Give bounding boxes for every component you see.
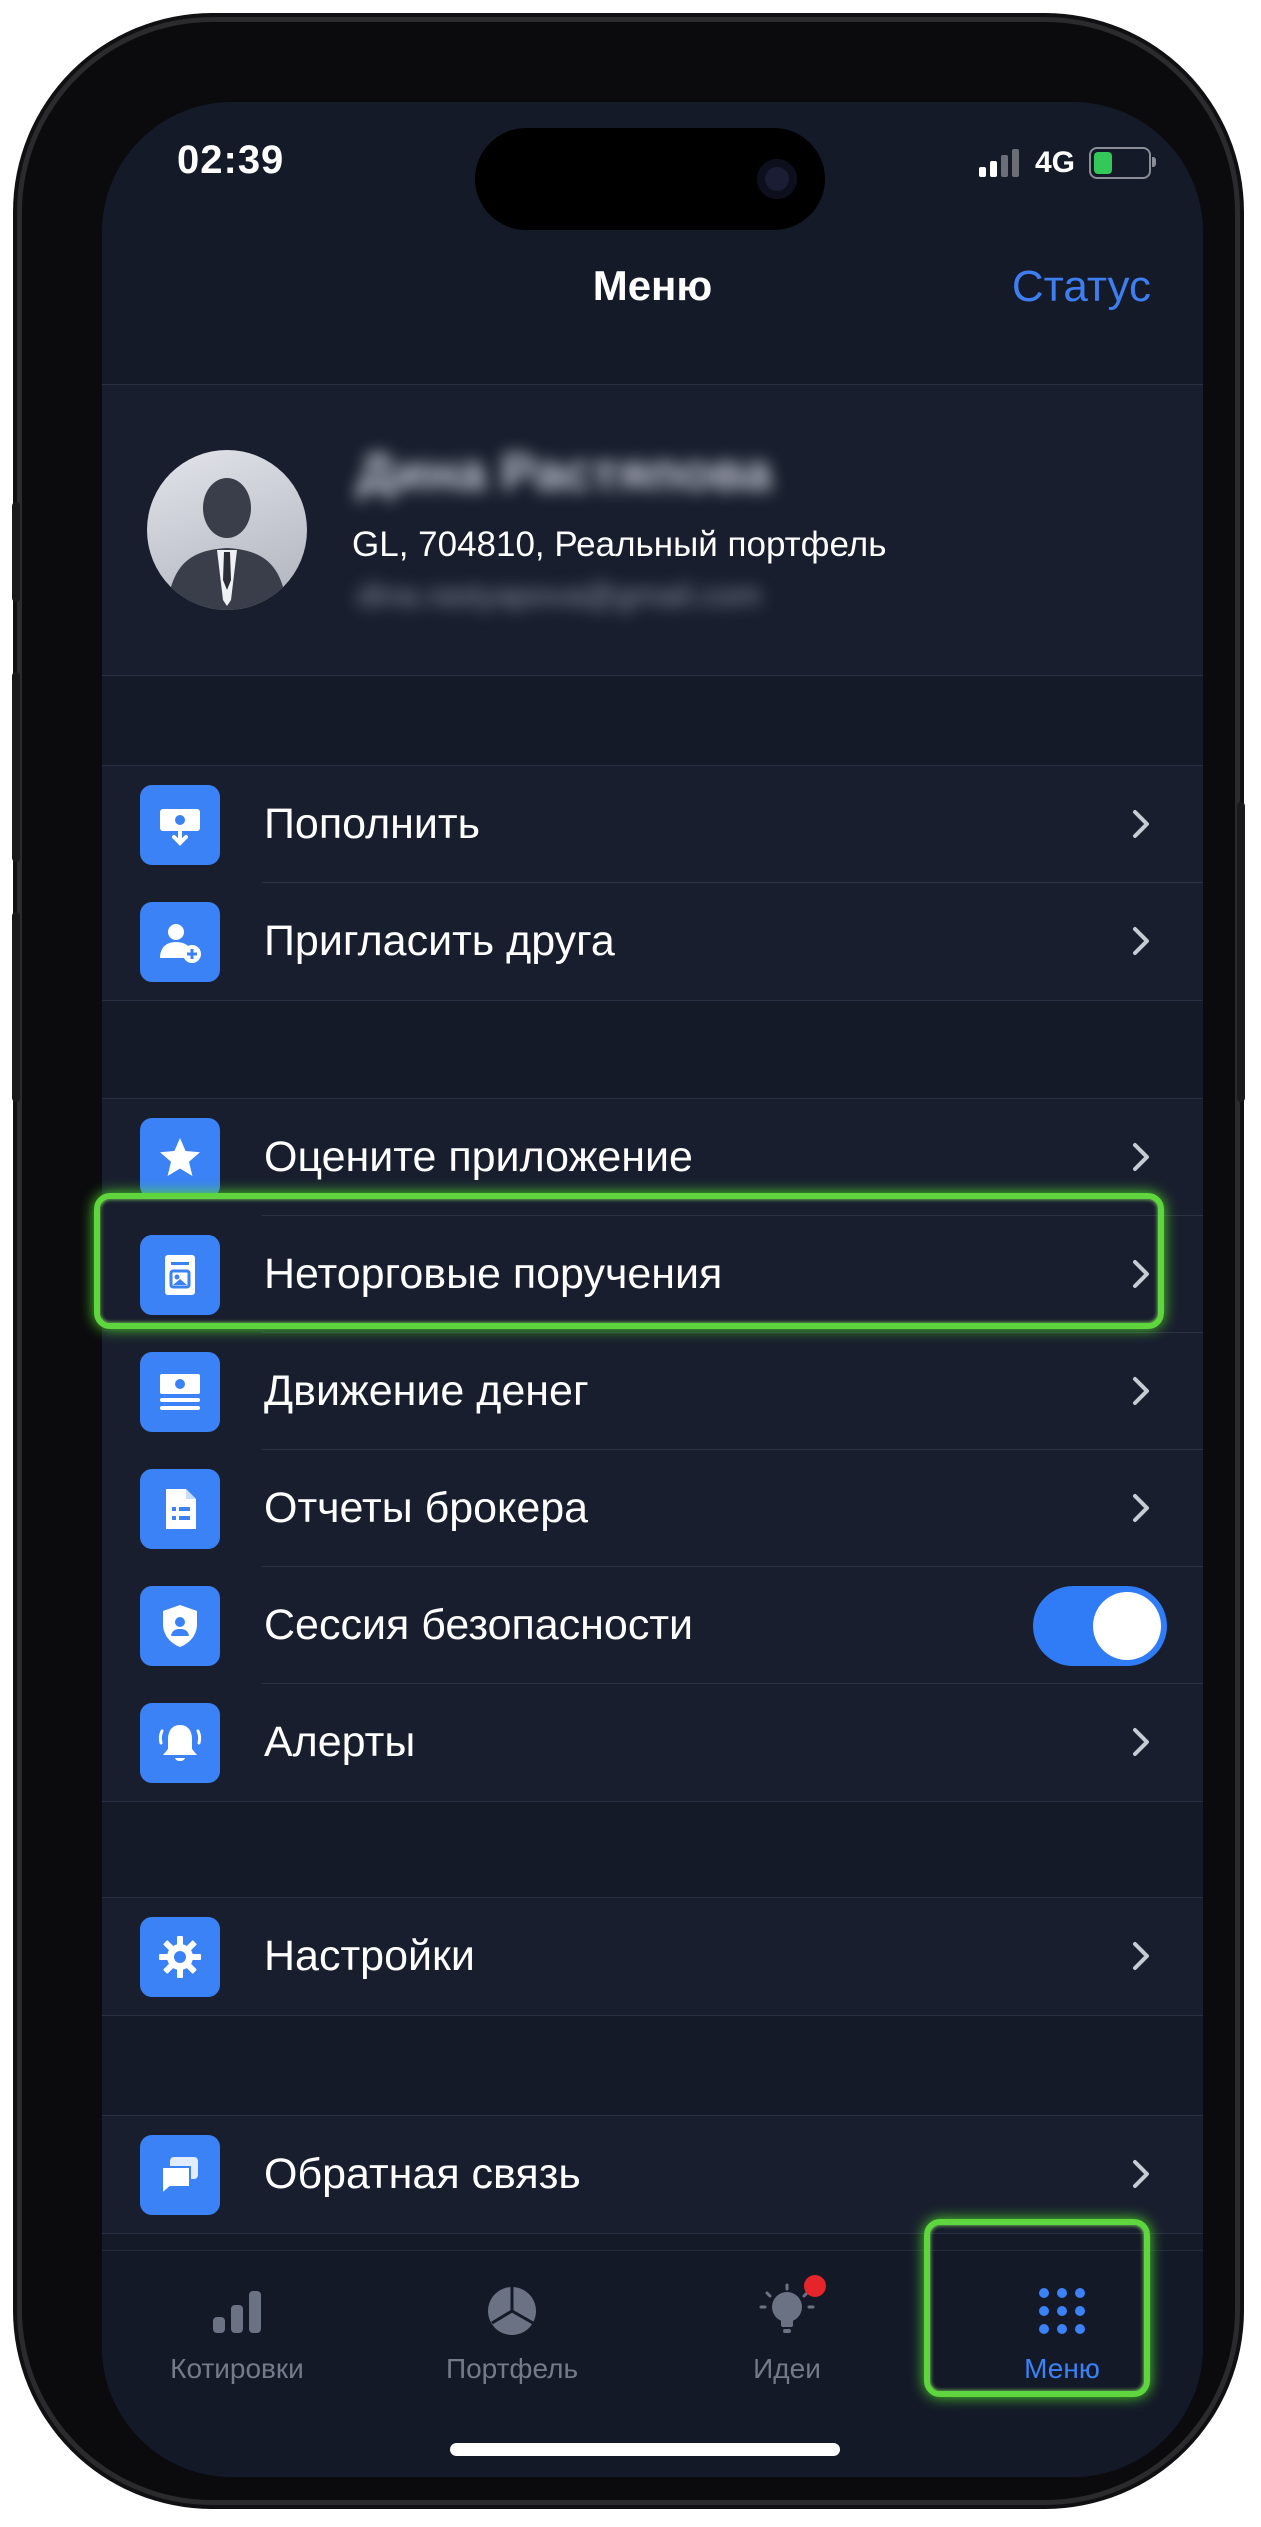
menu-item-non-trading-orders[interactable]: Неторговые поручения <box>102 1216 1203 1333</box>
menu-item-label: Алерты <box>264 1718 416 1766</box>
battery-icon <box>1089 147 1156 179</box>
chevron-right-icon <box>1133 1143 1149 1171</box>
invite-friend-icon <box>140 902 220 982</box>
menu-item-cash-flow[interactable]: Движение денег <box>102 1333 1203 1450</box>
menu-item-label: Пригласить друга <box>264 917 615 965</box>
bar-chart-icon <box>102 2281 372 2341</box>
menu-item-label: Оцените приложение <box>264 1133 693 1181</box>
menu-item-security-session: Сессия безопасности <box>102 1567 1203 1684</box>
network-type: 4G <box>1034 146 1075 179</box>
avatar <box>147 450 307 610</box>
dynamic-island <box>475 128 825 230</box>
home-indicator[interactable] <box>450 2443 840 2456</box>
bell-icon <box>140 1703 220 1783</box>
deposit-icon <box>140 785 220 865</box>
menu-item-label: Настройки <box>264 1932 475 1980</box>
nav-bar: Меню Статус <box>102 232 1203 332</box>
menu-item-alerts[interactable]: Алерты <box>102 1684 1203 1801</box>
menu-item-broker-reports[interactable]: Отчеты брокера <box>102 1450 1203 1567</box>
tab-label: Котировки <box>170 2353 304 2384</box>
chevron-right-icon <box>1133 810 1149 838</box>
menu-item-label: Движение денег <box>264 1367 589 1415</box>
status-link[interactable]: Статус <box>1012 262 1151 312</box>
tab-label: Меню <box>1024 2353 1100 2384</box>
tab-quotes[interactable]: Котировки <box>102 2281 372 2385</box>
security-session-toggle[interactable] <box>1033 1586 1167 1666</box>
chevron-right-icon <box>1133 1377 1149 1405</box>
profile-email: dina.rastyapova@gmail.com <box>357 577 762 613</box>
chevron-right-icon <box>1133 1942 1149 1970</box>
menu-item-label: Неторговые поручения <box>264 1250 723 1298</box>
chevron-right-icon <box>1133 927 1149 955</box>
menu-item-invite-friend[interactable]: Пригласить друга <box>102 883 1203 1000</box>
report-icon <box>140 1469 220 1549</box>
tab-portfolio[interactable]: Портфель <box>377 2281 647 2385</box>
menu-item-label: Пополнить <box>264 800 481 848</box>
status-time: 02:39 <box>177 138 285 182</box>
tab-label: Идеи <box>753 2353 821 2384</box>
chevron-right-icon <box>1133 1728 1149 1756</box>
camera-icon <box>757 159 797 199</box>
menu-item-deposit[interactable]: Пополнить <box>102 766 1203 883</box>
cash-flow-icon <box>140 1352 220 1432</box>
notification-badge <box>804 2275 826 2297</box>
chevron-right-icon <box>1133 1494 1149 1522</box>
profile-card[interactable]: Дина Растяпова GL, 704810, Реальный порт… <box>102 384 1203 676</box>
tab-menu[interactable]: Меню <box>927 2281 1197 2385</box>
menu-item-settings[interactable]: Настройки <box>102 1898 1203 2015</box>
signal-icon <box>978 149 1019 177</box>
screen: 02:39 4G Меню Статус Дина Растяпова GL, … <box>102 102 1203 2477</box>
grid-icon <box>927 2281 1197 2341</box>
gear-icon <box>140 1917 220 1997</box>
menu-item-rate-app[interactable]: Оцените приложение <box>102 1099 1203 1216</box>
menu-item-feedback[interactable]: Обратная связь <box>102 2116 1203 2233</box>
menu-item-label: Обратная связь <box>264 2150 581 2198</box>
chevron-right-icon <box>1133 1260 1149 1288</box>
profile-name: Дина Растяпова <box>357 444 772 502</box>
status-indicators: 4G <box>978 146 1156 180</box>
lightbulb-icon <box>652 2275 922 2341</box>
document-icon <box>140 1235 220 1315</box>
menu-group-funds: Пополнить Пригласить друга <box>102 765 1203 1001</box>
shield-icon <box>140 1586 220 1666</box>
pie-chart-icon <box>377 2281 647 2341</box>
chevron-right-icon <box>1133 2160 1149 2188</box>
menu-group-services: Оцените приложение Неторговые поручения … <box>102 1098 1203 1802</box>
tab-label: Портфель <box>445 2353 579 2384</box>
star-icon <box>140 1118 220 1198</box>
menu-group-settings: Настройки <box>102 1897 1203 2016</box>
menu-item-label: Отчеты брокера <box>264 1484 589 1532</box>
phone-frame: 02:39 4G Меню Статус Дина Растяпова GL, … <box>12 22 1245 2500</box>
profile-account: GL, 704810, Реальный портфель <box>352 525 887 564</box>
menu-item-label: Сессия безопасности <box>264 1601 694 1649</box>
chat-icon <box>140 2135 220 2215</box>
menu-group-feedback: Обратная связь <box>102 2115 1203 2234</box>
tab-ideas[interactable]: Идеи <box>652 2275 922 2385</box>
